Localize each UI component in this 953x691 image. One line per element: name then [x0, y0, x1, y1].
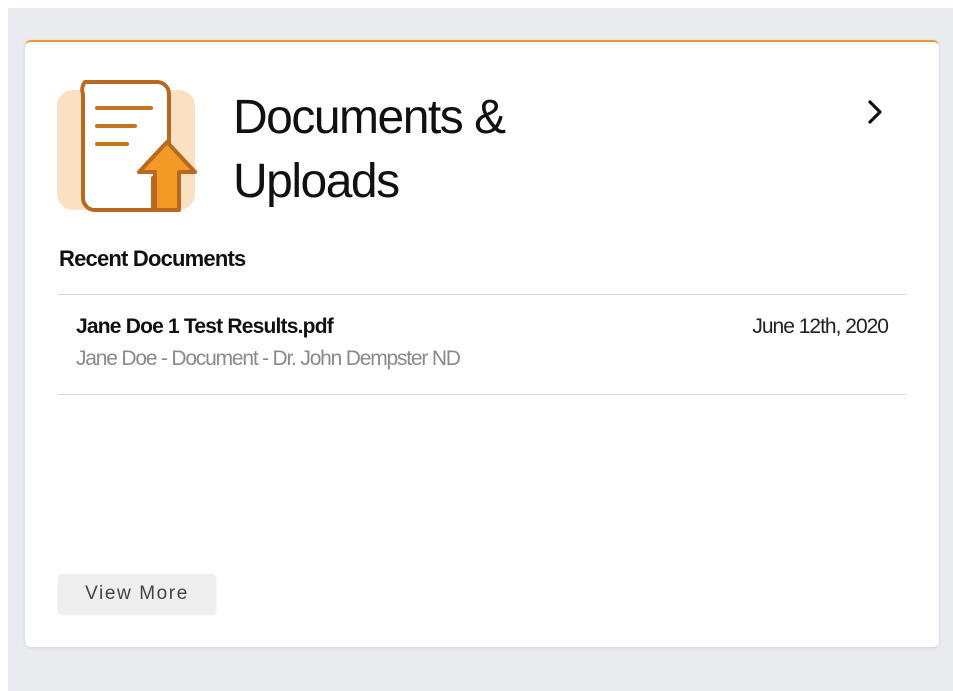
chevron-right-icon[interactable] [859, 96, 891, 128]
card-title: Documents & Uploads [233, 91, 506, 208]
document-upload-icon [57, 80, 197, 212]
view-more-button[interactable]: View More [58, 574, 216, 614]
documents-uploads-card: Documents & Uploads Recent Documents Jan… [25, 40, 939, 647]
document-name: Jane Doe 1 Test Results.pdf [76, 315, 334, 338]
recent-documents-heading: Recent Documents [59, 246, 246, 271]
document-date: June 12th, 2020 [752, 315, 889, 338]
document-meta: Jane Doe - Document - Dr. John Dempster … [76, 347, 461, 370]
document-row[interactable]: Jane Doe 1 Test Results.pdf Jane Doe - D… [58, 295, 906, 394]
recent-documents-list: Jane Doe 1 Test Results.pdf Jane Doe - D… [58, 294, 906, 395]
